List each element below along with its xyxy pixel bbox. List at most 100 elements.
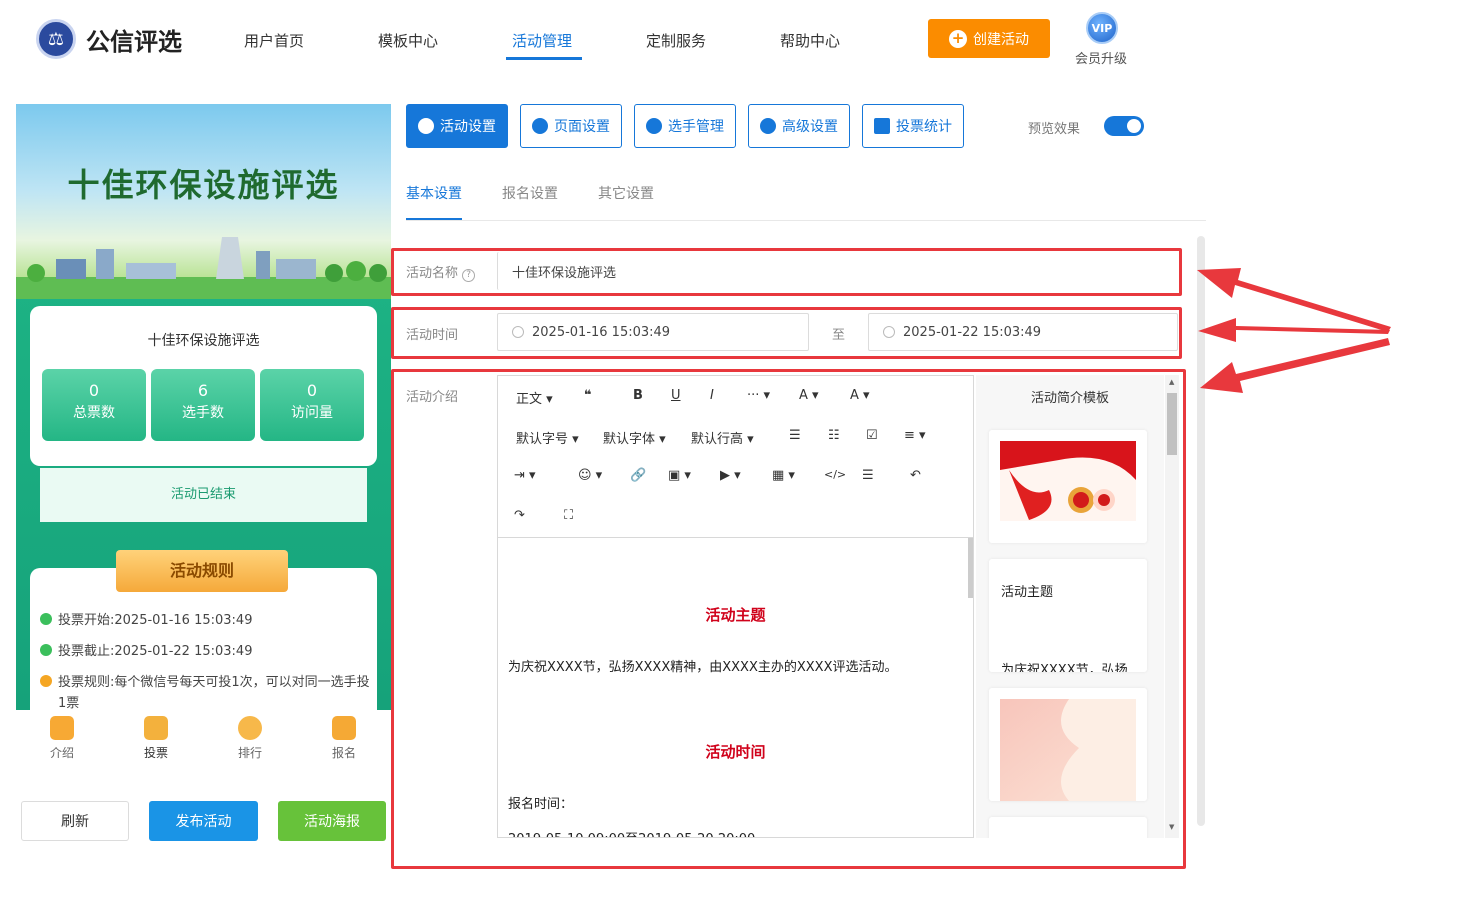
italic-icon[interactable]: I <box>710 388 714 403</box>
time-separator: 至 <box>832 328 846 343</box>
vote-icon <box>144 716 168 740</box>
emoji-icon[interactable]: ☺ ▾ <box>578 468 602 483</box>
template-card[interactable]: 活动主题 为庆祝XXXX节，弘扬 <box>989 559 1147 672</box>
publish-button[interactable]: 发布活动 <box>149 801 258 841</box>
page-settings-button[interactable]: 页面设置 <box>520 104 622 148</box>
vip-icon[interactable]: VIP <box>1086 12 1118 44</box>
end-time-input[interactable]: 2025-01-22 15:03:49 <box>868 313 1178 351</box>
font-family-select[interactable]: 默认字体 ▾ <box>603 428 666 447</box>
template-heading: 活动主题 <box>1001 585 1054 600</box>
nav-activity-management[interactable]: 活动管理 <box>512 30 572 51</box>
rule-label: 投票规则: <box>58 675 115 690</box>
tab-ranking[interactable]: 排行 <box>220 716 280 761</box>
nav-user-home[interactable]: 用户首页 <box>244 30 304 51</box>
preview-toggle[interactable] <box>1104 116 1144 136</box>
stat-visits: 0 访问量 <box>260 369 364 441</box>
content-paragraph: 为庆祝XXXX节，弘扬XXXX精神，由XXXX主办的XXXX评选活动。 <box>508 660 898 675</box>
activity-info-card: 十佳环保设施评选 0 总票数 6 选手数 0 访问量 <box>30 306 377 466</box>
factory-illustration <box>16 237 391 299</box>
plus-icon: + <box>949 29 967 48</box>
stat-label: 选手数 <box>182 405 224 421</box>
start-time-input[interactable]: 2025-01-16 15:03:49 <box>497 313 809 351</box>
activity-settings-button[interactable]: 活动设置 <box>406 104 508 148</box>
quote-icon[interactable]: ❝ <box>584 388 592 403</box>
tab-label: 报名 <box>331 746 356 760</box>
nav-custom-service[interactable]: 定制服务 <box>646 30 706 51</box>
advanced-settings-button[interactable]: 高级设置 <box>748 104 850 148</box>
scrollbar-thumb[interactable] <box>1167 393 1177 455</box>
align-icon[interactable]: ≡ ▾ <box>904 428 926 443</box>
tab-signup[interactable]: 报名 <box>314 716 374 761</box>
indent-icon[interactable]: ⇥ ▾ <box>514 468 536 483</box>
activity-intro-label: 活动介绍 <box>406 390 459 405</box>
stat-value: 6 <box>197 381 209 400</box>
stat-value: 0 <box>306 381 318 400</box>
editor-scrollbar[interactable] <box>968 538 973 598</box>
more-icon[interactable]: ··· ▾ <box>747 388 770 403</box>
users-icon <box>646 118 662 134</box>
rule-vote-rule: 投票规则:每个微信号每天可投1次，可以对同一选手投1票 <box>40 672 370 710</box>
preview-toggle-label: 预览效果 <box>1028 122 1081 137</box>
button-label: 活动设置 <box>440 119 496 135</box>
logo-text: 公信评选 <box>86 28 182 56</box>
activity-time-label: 活动时间 <box>406 328 459 343</box>
clock-icon <box>40 613 52 625</box>
bullet-list-icon[interactable]: ☰ <box>789 428 801 443</box>
activity-name-label: 活动名称 ? <box>406 262 476 282</box>
rule-value: 2025-01-22 15:03:49 <box>114 644 253 659</box>
underline-icon[interactable]: U <box>671 388 681 403</box>
editor-content[interactable]: 活动主题 为庆祝XXXX节，弘扬XXXX精神，由XXXX主办的XXXX评选活动。… <box>498 537 973 837</box>
clock-icon <box>40 644 52 656</box>
template-card[interactable] <box>989 688 1147 801</box>
help-icon[interactable]: ? <box>462 269 476 282</box>
template-card[interactable] <box>989 430 1147 543</box>
line-height-select[interactable]: 默认行高 ▾ <box>691 428 754 447</box>
tab-label: 介绍 <box>49 746 74 760</box>
redo-icon[interactable]: ↷ <box>514 508 525 523</box>
template-thumbnail <box>1000 699 1136 801</box>
tab-basic-settings[interactable]: 基本设置 <box>406 183 462 203</box>
template-card[interactable] <box>989 817 1147 838</box>
nav-help-center[interactable]: 帮助中心 <box>780 30 840 51</box>
preview-tabbar: 介绍 投票 排行 报名 <box>16 710 391 772</box>
page-scrollbar[interactable] <box>1197 236 1205 826</box>
fullscreen-icon[interactable]: ⛶ <box>564 508 573 523</box>
button-label: 投票统计 <box>896 119 952 135</box>
background-color-icon[interactable]: A ▾ <box>850 388 870 403</box>
poster-button[interactable]: 活动海报 <box>278 801 386 841</box>
font-size-select[interactable]: 默认字号 ▾ <box>516 428 579 447</box>
table-icon[interactable]: ▦ ▾ <box>772 468 795 483</box>
clock-icon <box>512 326 524 338</box>
nav-active-indicator <box>506 57 582 60</box>
paragraph-style-select[interactable]: 正文 ▾ <box>516 388 553 407</box>
todo-list-icon[interactable]: ☑ <box>866 428 878 443</box>
link-icon[interactable]: 🔗 <box>630 468 646 483</box>
stat-candidates: 6 选手数 <box>151 369 255 441</box>
refresh-button[interactable]: 刷新 <box>21 801 129 841</box>
nav-template-center[interactable]: 模板中心 <box>378 30 438 51</box>
vip-upgrade-link[interactable]: 会员升级 <box>1075 48 1127 67</box>
image-icon[interactable]: ▣ ▾ <box>668 468 691 483</box>
numbered-list-icon[interactable]: ☷ <box>828 428 840 443</box>
tab-other-settings[interactable]: 其它设置 <box>598 183 654 203</box>
tab-intro[interactable]: 介绍 <box>32 716 92 761</box>
stat-label: 总票数 <box>73 405 115 421</box>
arrow-to-name-field <box>1197 268 1391 332</box>
template-scrollbar[interactable]: ▲ ▼ <box>1165 375 1179 838</box>
candidate-management-button[interactable]: 选手管理 <box>634 104 736 148</box>
logo-icon: ⚖ <box>36 19 76 59</box>
create-activity-button[interactable]: + 创建活动 <box>928 19 1050 58</box>
divider-icon[interactable]: ☰ <box>862 468 874 483</box>
font-color-icon[interactable]: A ▾ <box>799 388 819 403</box>
template-text: 为庆祝XXXX节，弘扬 <box>1001 663 1128 672</box>
vote-statistics-button[interactable]: 投票统计 <box>862 104 964 148</box>
rule-label: 投票截止: <box>58 644 115 659</box>
video-icon[interactable]: ▶ ▾ <box>720 468 741 483</box>
tab-vote[interactable]: 投票 <box>126 716 186 761</box>
code-icon[interactable]: </> <box>824 468 846 481</box>
bold-icon[interactable]: B <box>633 388 643 403</box>
tab-signup-settings[interactable]: 报名设置 <box>502 183 558 203</box>
undo-icon[interactable]: ↶ <box>910 468 921 483</box>
template-thumbnail <box>1000 441 1136 521</box>
activity-name-input[interactable]: 十佳环保设施评选 <box>497 252 1178 290</box>
